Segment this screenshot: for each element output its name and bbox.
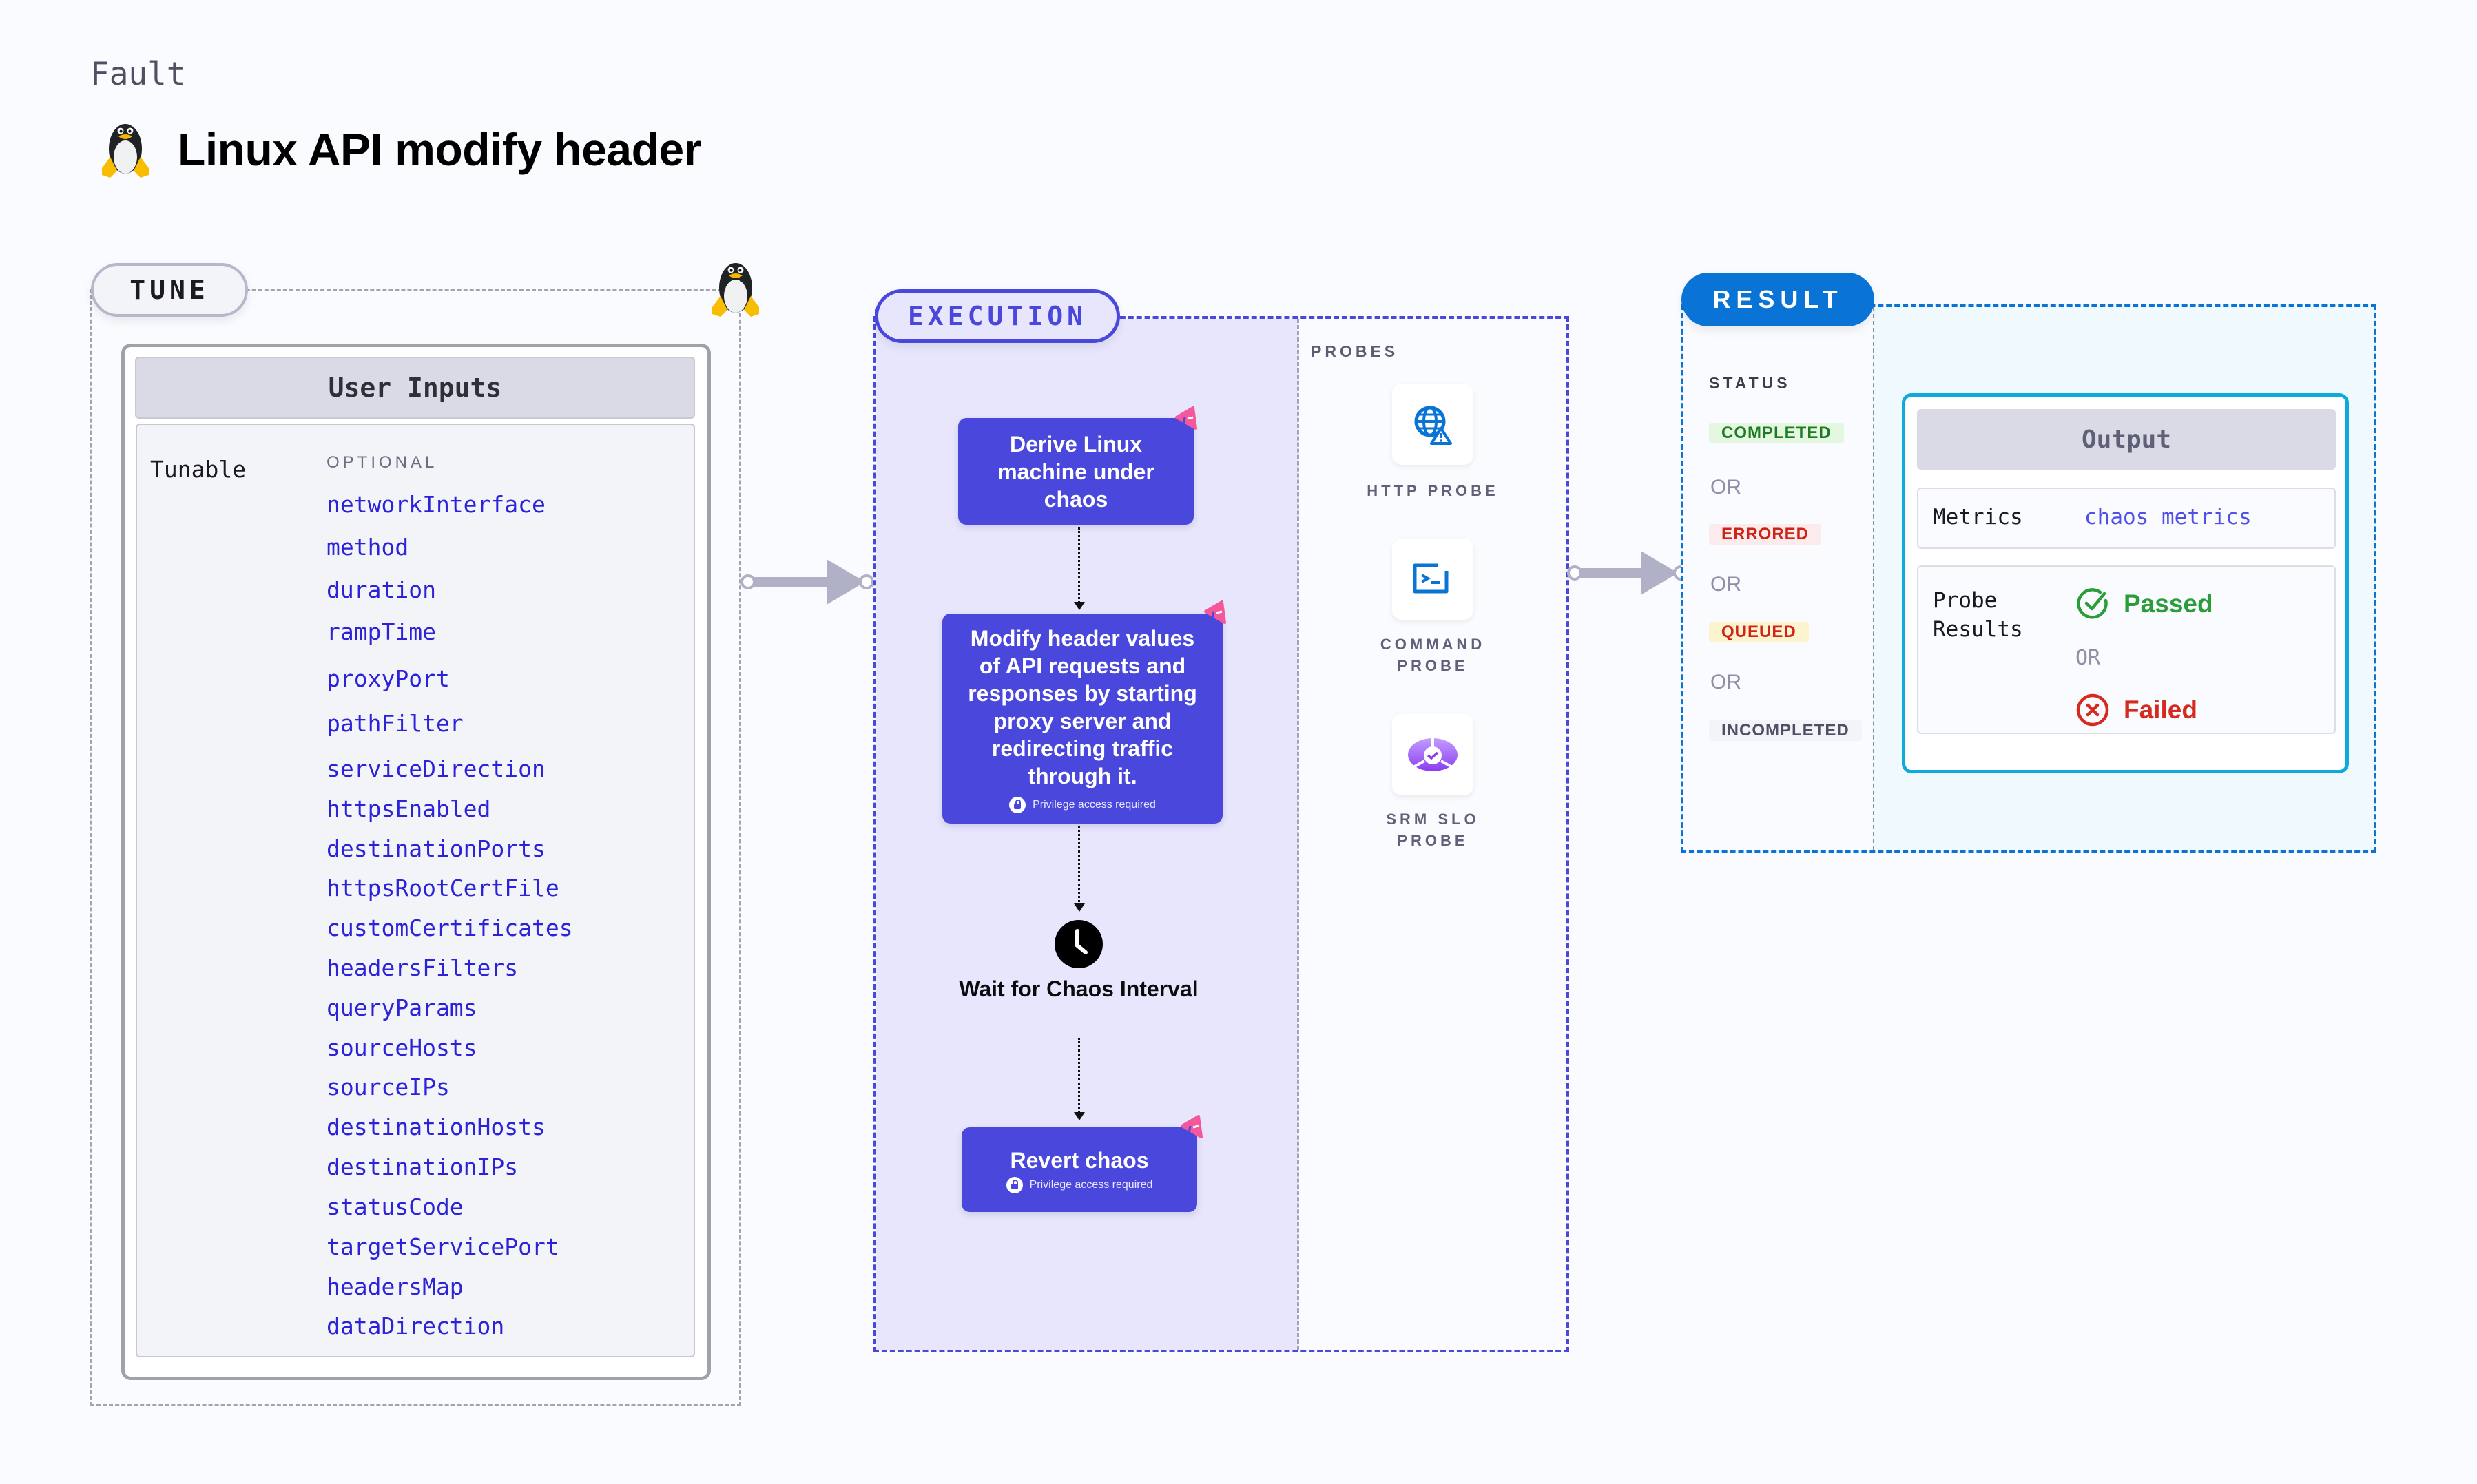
- chaos-badge-icon: [1204, 600, 1226, 624]
- status-badge-queued: QUEUED: [1709, 622, 1809, 642]
- lock-icon: [1009, 796, 1026, 813]
- status-label: STATUS: [1709, 374, 1791, 392]
- param-item: method: [327, 534, 409, 561]
- flow-arrow-icon: [1074, 903, 1085, 912]
- clock-icon: [1055, 920, 1103, 968]
- param-item: httpsRootCertFile: [327, 875, 559, 901]
- passed-label: Passed: [2124, 589, 2213, 618]
- linux-penguin-icon: [98, 116, 153, 182]
- or-label: OR: [2075, 646, 2101, 670]
- step-title: Revert chaos: [1010, 1147, 1149, 1173]
- privilege-text: Privilege access required: [1033, 798, 1156, 811]
- check-circle-icon: [2077, 588, 2108, 619]
- execution-divider: [1297, 319, 1299, 1350]
- step-revert-chaos: Revert chaos Privilege access required: [962, 1127, 1197, 1212]
- tune-pill: TUNE: [91, 263, 248, 317]
- optional-label: OPTIONAL: [327, 453, 438, 472]
- probe-card-srm-slo: [1392, 714, 1473, 795]
- or-label: OR: [1710, 671, 1741, 693]
- flow-line: [1078, 826, 1080, 906]
- terminal-icon: [1413, 563, 1449, 594]
- privilege-text: Privilege access required: [1029, 1178, 1153, 1191]
- linux-penguin-icon: [708, 255, 763, 322]
- probe-card-http: [1392, 384, 1473, 465]
- param-item: destinationHosts: [327, 1114, 546, 1140]
- param-item: headersFilters: [327, 954, 519, 981]
- status-badge-errored: ERRORED: [1709, 524, 1822, 545]
- output-title: Output: [1917, 409, 2336, 470]
- probe-label-srm-slo: SRM SLO PROBE: [1386, 811, 1480, 849]
- x-circle-icon: [2076, 693, 2109, 727]
- privilege-note: Privilege access required: [1006, 1176, 1153, 1193]
- chaos-badge-icon: [1181, 1115, 1203, 1138]
- step-derive-machine: Derive Linux machine under chaos: [958, 418, 1194, 525]
- privilege-note: Privilege access required: [1009, 796, 1156, 813]
- probe-label-command: COMMAND PROBE: [1380, 636, 1486, 674]
- failed-label: Failed: [2124, 696, 2197, 724]
- param-item: queryParams: [327, 994, 477, 1021]
- param-item: customCertificates: [327, 915, 573, 941]
- lock-icon: [1006, 1176, 1023, 1193]
- status-badge-incompleted: INCOMPLETED: [1709, 720, 1862, 741]
- param-item: destinationPorts: [327, 835, 546, 862]
- chaos-badge-icon: [1175, 406, 1197, 430]
- probe-passed: Passed: [2075, 587, 2213, 621]
- probe-failed: Failed: [2075, 693, 2197, 727]
- status-badge-completed: COMPLETED: [1709, 423, 1844, 443]
- param-item: destinationIPs: [327, 1153, 519, 1180]
- flow-line: [1078, 1038, 1080, 1114]
- param-item: networkInterface: [327, 491, 546, 518]
- step-modify-header: Modify header values of API requests and…: [942, 614, 1223, 824]
- flow-arrow-icon: [1074, 602, 1085, 610]
- user-inputs-title: User Inputs: [135, 357, 695, 419]
- flow-line: [1078, 527, 1080, 603]
- step-title: Derive Linux machine under chaos: [997, 431, 1154, 512]
- or-label: OR: [1710, 476, 1741, 499]
- flow-arrow-tune-to-execution: [740, 559, 874, 605]
- globe-warning-icon: [1414, 406, 1452, 445]
- param-item: proxyPort: [327, 665, 450, 692]
- category-label: Fault: [90, 55, 186, 92]
- param-item: pathFilter: [327, 710, 464, 737]
- param-item: duration: [327, 576, 436, 603]
- page-header: Linux API modify header: [98, 116, 701, 182]
- probe-label-http: HTTP PROBE: [1367, 482, 1499, 499]
- param-item: httpsEnabled: [327, 795, 491, 822]
- param-item: statusCode: [327, 1193, 464, 1220]
- tunable-label: Tunable: [150, 456, 247, 483]
- execution-pill: EXECUTION: [875, 289, 1120, 343]
- param-item: rampTime: [327, 618, 436, 645]
- param-item: sourceIPs: [327, 1074, 450, 1100]
- or-label: OR: [1710, 573, 1741, 596]
- flow-arrow-icon: [1074, 1112, 1085, 1120]
- param-item: targetServicePort: [327, 1233, 559, 1260]
- param-item: headersMap: [327, 1273, 464, 1300]
- probe-card-command: [1392, 539, 1473, 620]
- wait-step-label: Wait for Chaos Interval: [959, 976, 1199, 1001]
- result-pill: RESULT: [1681, 273, 1874, 326]
- page-title: Linux API modify header: [178, 123, 701, 175]
- metrics-label: Metrics: [1933, 505, 2023, 530]
- param-item: sourceHosts: [327, 1034, 477, 1061]
- metrics-link[interactable]: chaos metrics: [2084, 505, 2252, 530]
- param-item: dataDirection: [327, 1313, 505, 1339]
- flow-arrow-execution-to-result: [1567, 551, 1688, 595]
- step-title: Modify header values of API requests and…: [968, 625, 1197, 788]
- param-item: serviceDirection: [327, 755, 546, 782]
- probes-label: PROBES: [1311, 342, 1399, 360]
- probe-results-label: Probe Results: [1933, 588, 2023, 642]
- slo-gauge-icon: [1408, 736, 1458, 771]
